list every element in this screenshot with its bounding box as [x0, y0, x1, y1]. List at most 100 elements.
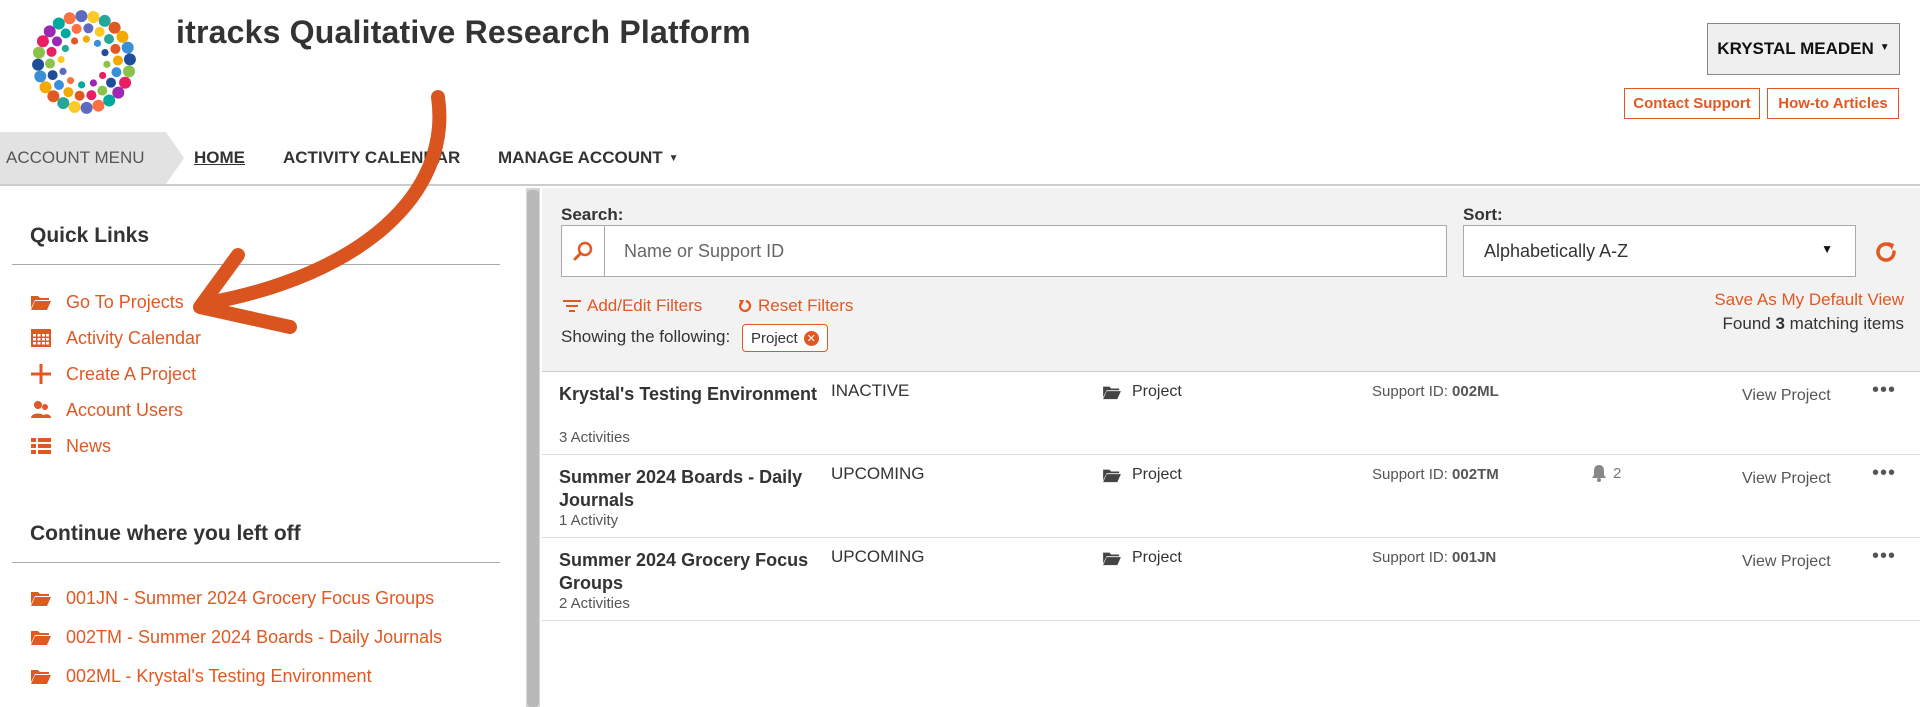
view-project-link[interactable]: View Project [1742, 387, 1831, 405]
nav-home[interactable]: HOME [194, 148, 245, 168]
quick-link-news[interactable]: News [30, 434, 111, 458]
project-name[interactable]: Summer 2024 Boards - Daily Journals [559, 466, 821, 512]
logo-dot [98, 14, 111, 27]
list-icon [31, 438, 51, 454]
recent-project-link[interactable]: 001JN - Summer 2024 Grocery Focus Groups [30, 586, 434, 610]
logo-dot [53, 80, 64, 91]
project-list-panel: Search: Sort: Alphabetically A-Z ▼ Add/E… [542, 188, 1920, 707]
recent-project-link[interactable]: 002ML - Krystal's Testing Environment [30, 664, 372, 688]
filter-chip-project[interactable]: Project ✕ [742, 324, 828, 352]
logo-dot [71, 23, 82, 34]
quick-link-account-users[interactable]: Account Users [30, 398, 183, 422]
logo-dot [93, 39, 102, 47]
divider [12, 264, 500, 265]
filter-icon [563, 300, 581, 312]
notification-count: 2 [1613, 464, 1622, 482]
logo-dot [116, 30, 129, 43]
logo-dot [34, 70, 47, 83]
search-input[interactable] [606, 226, 1444, 276]
remove-filter-icon[interactable]: ✕ [803, 330, 819, 346]
account-menu-button[interactable]: ACCOUNT MENU [0, 132, 184, 184]
project-activity-count: 1 Activity [559, 512, 619, 529]
table-row[interactable]: Krystal's Testing Environment 3 Activiti… [542, 373, 1920, 455]
search-box [561, 225, 1447, 277]
filter-area: Search: Sort: Alphabetically A-Z ▼ Add/E… [542, 188, 1920, 372]
search-icon-button[interactable] [562, 226, 605, 276]
quick-link-label: Go To Projects [66, 291, 184, 312]
logo-dot [32, 58, 45, 71]
plus-icon [31, 364, 51, 384]
more-options-icon[interactable]: ••• [1872, 462, 1896, 485]
app-title: itracks Qualitative Research Platform [176, 14, 751, 50]
view-project-link[interactable]: View Project [1742, 470, 1831, 488]
support-id-label: Support ID: [1372, 466, 1448, 483]
continue-heading: Continue where you left off [30, 522, 301, 545]
add-edit-filters-button[interactable]: Add/Edit Filters [563, 296, 702, 316]
logo-dot [82, 35, 90, 43]
project-activity-count: 2 Activities [559, 595, 630, 612]
user-menu-button[interactable]: KRYSTAL MEADEN ▼ [1707, 23, 1900, 75]
filter-chip-label: Project [751, 329, 798, 347]
caret-down-icon: ▼ [668, 153, 679, 165]
showing-label: Showing the following: [561, 327, 731, 346]
contact-support-button[interactable]: Contact Support [1624, 88, 1760, 119]
logo-dot [68, 101, 81, 114]
recent-project-link[interactable]: 002TM - Summer 2024 Boards - Daily Journ… [30, 625, 442, 649]
nav-manage-account[interactable]: MANAGE ACCOUNT ▼ [498, 148, 679, 168]
recent-project-label: 002ML - Krystal's Testing Environment [66, 665, 372, 686]
logo-dot [123, 65, 136, 78]
scrollbar-thumb[interactable] [527, 190, 539, 707]
table-row[interactable]: Summer 2024 Boards - Daily Journals 1 Ac… [542, 456, 1920, 538]
found-count: 3 [1775, 314, 1785, 333]
logo-dot [39, 81, 52, 94]
logo-dot [121, 41, 134, 54]
project-type: Project [1102, 466, 1182, 484]
sort-select[interactable]: Alphabetically A-Z ▼ [1463, 225, 1856, 277]
quick-link-label: Account Users [66, 399, 184, 420]
howto-articles-button[interactable]: How-to Articles [1767, 88, 1899, 119]
quick-link-create-project[interactable]: Create A Project [30, 362, 196, 386]
logo-dot [66, 77, 75, 85]
bell-icon [1592, 465, 1606, 482]
logo-dot [108, 21, 121, 34]
reset-filters-button[interactable]: Reset Filters [738, 296, 853, 316]
quick-link-activity-calendar[interactable]: Activity Calendar [30, 326, 201, 350]
quick-link-go-to-projects[interactable]: Go To Projects [30, 290, 184, 314]
support-id: Support ID: 001JN [1372, 549, 1496, 566]
view-project-link[interactable]: View Project [1742, 553, 1831, 571]
project-type: Project [1102, 383, 1182, 401]
nav-activity-calendar[interactable]: ACTIVITY CALENDAR [283, 148, 460, 168]
logo-dot [57, 97, 70, 110]
logo-dot [80, 101, 93, 114]
logo-dot [83, 23, 94, 34]
logo-dot [119, 76, 132, 89]
logo-dot [123, 53, 136, 66]
project-name[interactable]: Krystal's Testing Environment [559, 383, 821, 406]
refresh-icon[interactable] [1872, 238, 1900, 266]
sidebar: Quick Links Go To Projects Activity Cale… [0, 188, 526, 707]
more-options-icon[interactable]: ••• [1872, 545, 1896, 568]
logo-dot [87, 10, 100, 23]
logo-dot [78, 81, 86, 89]
more-options-icon[interactable]: ••• [1872, 379, 1896, 402]
support-id-value: 002TM [1452, 466, 1499, 483]
notification-indicator[interactable]: 2 [1589, 464, 1621, 482]
logo-dot [47, 70, 58, 81]
project-name[interactable]: Summer 2024 Grocery Focus Groups [559, 549, 821, 595]
support-id-label: Support ID: [1372, 549, 1448, 566]
folder-icon [31, 296, 51, 310]
project-type-label: Project [1132, 549, 1182, 566]
support-id: Support ID: 002TM [1372, 466, 1499, 483]
logo-dot [86, 90, 97, 101]
folder-icon [1103, 386, 1121, 400]
sort-label: Sort: [1463, 205, 1503, 224]
table-row[interactable]: Summer 2024 Grocery Focus Groups 2 Activ… [542, 539, 1920, 621]
reset-filters-label: Reset Filters [758, 296, 854, 315]
logo-dot [51, 36, 62, 47]
save-default-view-link[interactable]: Save As My Default View [1714, 290, 1904, 310]
caret-down-icon: ▼ [1821, 242, 1833, 256]
caret-down-icon: ▼ [1879, 41, 1890, 53]
logo-dot [101, 49, 109, 57]
itracks-logo [32, 10, 136, 114]
support-id: Support ID: 002ML [1372, 383, 1499, 400]
